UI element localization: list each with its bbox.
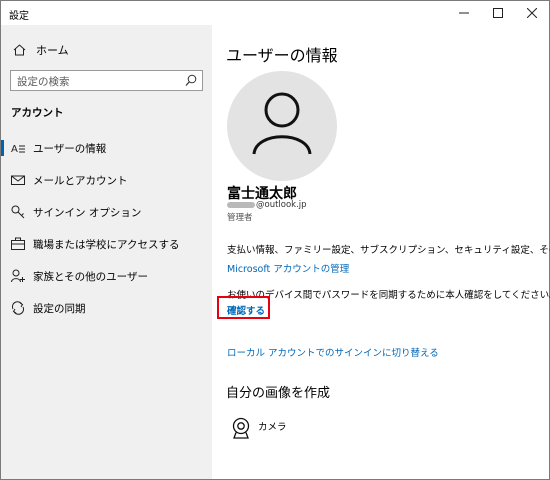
sidebar-item-label: サインイン オプション — [33, 207, 142, 219]
local-account-link[interactable]: ローカル アカウントでのサインインに切り替える — [227, 345, 439, 359]
close-icon — [527, 8, 537, 18]
maximize-icon — [493, 8, 503, 18]
sidebar-item-label: 職場または学校にアクセスする — [33, 239, 180, 251]
create-picture-heading: 自分の画像を作成 — [226, 386, 331, 401]
verify-link[interactable]: 確認する — [227, 303, 265, 317]
sidebar-item-user-info[interactable]: A ユーザーの情報 — [1, 136, 212, 160]
user-avatar-icon — [252, 92, 312, 155]
avatar — [227, 71, 337, 181]
sync-icon — [12, 301, 24, 315]
search-icon[interactable] — [185, 74, 197, 87]
home-nav-item[interactable]: ホーム — [13, 41, 69, 59]
minimize-icon — [459, 12, 469, 14]
briefcase-icon — [11, 237, 25, 250]
home-label: ホーム — [36, 44, 69, 57]
sidebar-item-label: メールとアカウント — [33, 175, 128, 187]
sidebar-item-signin-options[interactable]: サインイン オプション — [1, 200, 212, 224]
sidebar-item-work-school[interactable]: 職場または学校にアクセスする — [1, 232, 212, 256]
settings-search-input[interactable]: 設定の検索 — [10, 70, 203, 91]
title-bar: 設定 — [1, 1, 549, 25]
camera-label[interactable]: カメラ — [258, 419, 287, 433]
settings-window: 設定 ホーム 設定の検索 アカウント A ユーザーの情報 メールとアカウント サ… — [0, 0, 550, 480]
camera-icon[interactable] — [230, 417, 252, 439]
sidebar-item-sync[interactable]: 設定の同期 — [1, 296, 212, 320]
main-content: ユーザーの情報 富士通太郎 @outlook.jp 管理者 支払い情報、ファミリ… — [212, 25, 550, 479]
page-title: ユーザーの情報 — [226, 46, 338, 65]
sidebar-item-family[interactable]: 家族とその他のユーザー — [1, 264, 212, 288]
sidebar-item-label: 家族とその他のユーザー — [33, 271, 148, 283]
sidebar-item-label: 設定の同期 — [33, 303, 86, 315]
sidebar: ホーム 設定の検索 アカウント A ユーザーの情報 メールとアカウント サインイ… — [1, 25, 212, 479]
user-info-icon: A — [11, 144, 25, 155]
svg-text:A: A — [11, 144, 18, 155]
maximize-button[interactable] — [481, 1, 515, 25]
billing-info-text: 支払い情報、ファミリー設定、サブスクリプション、セキュリティ設定、その他 — [227, 245, 550, 256]
section-title-account: アカウント — [11, 107, 64, 119]
email-domain: @outlook.jp — [256, 200, 307, 210]
home-icon — [13, 44, 26, 56]
close-button[interactable] — [515, 1, 549, 25]
window-title: 設定 — [9, 11, 29, 22]
verify-description: お使いのデバイス間でパスワードを同期するために本人確認をしてください。 — [227, 290, 550, 301]
sidebar-item-mail[interactable]: メールとアカウント — [1, 168, 212, 192]
redacted-email-user — [227, 202, 255, 208]
sidebar-item-label: ユーザーの情報 — [33, 143, 107, 155]
key-icon — [11, 205, 25, 219]
user-email: @outlook.jp — [227, 200, 307, 210]
search-placeholder: 設定の検索 — [17, 76, 70, 88]
user-role: 管理者 — [227, 213, 253, 223]
mail-icon — [11, 175, 25, 185]
person-add-icon — [11, 269, 25, 283]
minimize-button[interactable] — [447, 1, 481, 25]
manage-account-link[interactable]: Microsoft アカウントの管理 — [227, 261, 349, 275]
